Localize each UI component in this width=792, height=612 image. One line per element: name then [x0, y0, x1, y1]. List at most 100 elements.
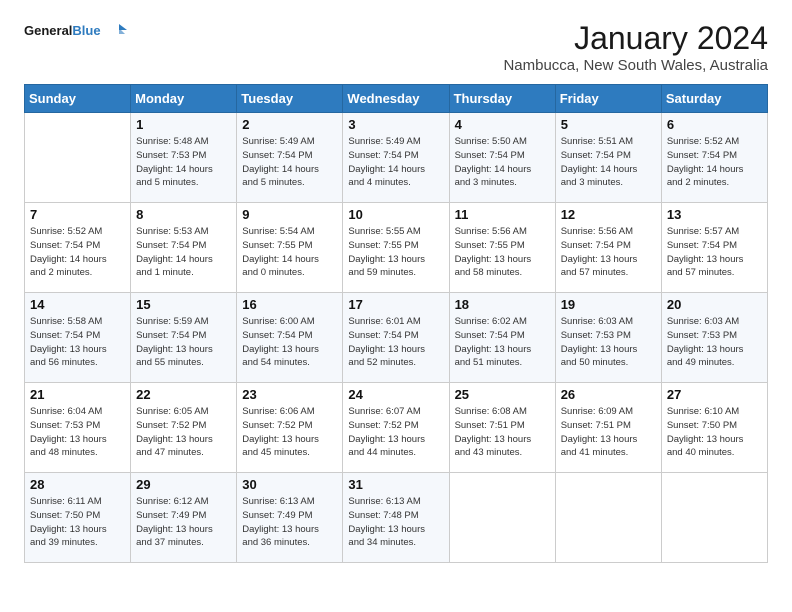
- calendar-cell: 8Sunrise: 5:53 AMSunset: 7:54 PMDaylight…: [131, 203, 237, 293]
- day-info-line: Sunset: 7:54 PM: [136, 240, 206, 251]
- day-info: Sunrise: 5:53 AMSunset: 7:54 PMDaylight:…: [136, 225, 231, 280]
- day-info-line: Daylight: 14 hours: [455, 164, 532, 175]
- day-info: Sunrise: 5:49 AMSunset: 7:54 PMDaylight:…: [242, 135, 337, 190]
- day-info-line: Sunset: 7:50 PM: [30, 510, 100, 521]
- calendar-cell: [661, 473, 767, 563]
- calendar-cell: 10Sunrise: 5:55 AMSunset: 7:55 PMDayligh…: [343, 203, 449, 293]
- day-info-line: Daylight: 13 hours: [455, 254, 532, 265]
- day-info-line: Sunset: 7:53 PM: [561, 330, 631, 341]
- day-info-line: and 55 minutes.: [136, 357, 204, 368]
- calendar-week-row: 28Sunrise: 6:11 AMSunset: 7:50 PMDayligh…: [25, 473, 768, 563]
- day-info-line: Sunset: 7:52 PM: [348, 420, 418, 431]
- day-info-line: Sunrise: 6:06 AM: [242, 406, 314, 417]
- day-info-line: Daylight: 13 hours: [348, 524, 425, 535]
- day-info: Sunrise: 6:13 AMSunset: 7:49 PMDaylight:…: [242, 495, 337, 550]
- day-info-line: and 41 minutes.: [561, 447, 629, 458]
- calendar-cell: 16Sunrise: 6:00 AMSunset: 7:54 PMDayligh…: [237, 293, 343, 383]
- day-number: 25: [455, 387, 550, 402]
- day-info-line: Daylight: 13 hours: [561, 254, 638, 265]
- day-info-line: Sunrise: 5:49 AM: [348, 136, 420, 147]
- calendar-cell: 13Sunrise: 5:57 AMSunset: 7:54 PMDayligh…: [661, 203, 767, 293]
- day-info: Sunrise: 5:51 AMSunset: 7:54 PMDaylight:…: [561, 135, 656, 190]
- day-info-line: and 52 minutes.: [348, 357, 416, 368]
- day-number: 16: [242, 297, 337, 312]
- calendar-cell: 26Sunrise: 6:09 AMSunset: 7:51 PMDayligh…: [555, 383, 661, 473]
- day-number: 3: [348, 117, 443, 132]
- day-info-line: Daylight: 13 hours: [348, 344, 425, 355]
- day-info-line: Daylight: 13 hours: [30, 434, 107, 445]
- day-info: Sunrise: 6:03 AMSunset: 7:53 PMDaylight:…: [561, 315, 656, 370]
- day-info-line: Sunrise: 5:56 AM: [455, 226, 527, 237]
- day-number: 5: [561, 117, 656, 132]
- title-section: January 2024 Nambucca, New South Wales, …: [503, 20, 768, 74]
- calendar-cell: 21Sunrise: 6:04 AMSunset: 7:53 PMDayligh…: [25, 383, 131, 473]
- day-info-line: Sunset: 7:48 PM: [348, 510, 418, 521]
- day-info-line: Sunrise: 5:58 AM: [30, 316, 102, 327]
- day-info: Sunrise: 5:56 AMSunset: 7:54 PMDaylight:…: [561, 225, 656, 280]
- day-number: 1: [136, 117, 231, 132]
- day-info-line: Daylight: 13 hours: [136, 344, 213, 355]
- day-number: 26: [561, 387, 656, 402]
- day-info-line: Daylight: 13 hours: [242, 434, 319, 445]
- day-info-line: Sunrise: 5:54 AM: [242, 226, 314, 237]
- calendar-cell: 27Sunrise: 6:10 AMSunset: 7:50 PMDayligh…: [661, 383, 767, 473]
- day-info-line: Sunrise: 5:49 AM: [242, 136, 314, 147]
- day-info-line: Sunset: 7:55 PM: [348, 240, 418, 251]
- day-info-line: Daylight: 13 hours: [242, 344, 319, 355]
- calendar-week-row: 7Sunrise: 5:52 AMSunset: 7:54 PMDaylight…: [25, 203, 768, 293]
- calendar-cell: 18Sunrise: 6:02 AMSunset: 7:54 PMDayligh…: [449, 293, 555, 383]
- day-number: 23: [242, 387, 337, 402]
- day-info-line: Sunrise: 5:51 AM: [561, 136, 633, 147]
- day-info: Sunrise: 6:08 AMSunset: 7:51 PMDaylight:…: [455, 405, 550, 460]
- calendar-cell: 11Sunrise: 5:56 AMSunset: 7:55 PMDayligh…: [449, 203, 555, 293]
- calendar-cell: 3Sunrise: 5:49 AMSunset: 7:54 PMDaylight…: [343, 113, 449, 203]
- day-info-line: Sunset: 7:52 PM: [136, 420, 206, 431]
- calendar-day-header: Saturday: [661, 85, 767, 113]
- day-info-line: Sunset: 7:55 PM: [242, 240, 312, 251]
- day-info-line: Daylight: 13 hours: [667, 344, 744, 355]
- day-info-line: Sunset: 7:54 PM: [455, 150, 525, 161]
- day-number: 19: [561, 297, 656, 312]
- day-info-line: Sunset: 7:54 PM: [667, 150, 737, 161]
- day-info-line: and 37 minutes.: [136, 537, 204, 548]
- day-info: Sunrise: 5:52 AMSunset: 7:54 PMDaylight:…: [667, 135, 762, 190]
- day-info-line: and 45 minutes.: [242, 447, 310, 458]
- day-info-line: Sunset: 7:51 PM: [561, 420, 631, 431]
- day-info-line: Daylight: 13 hours: [348, 434, 425, 445]
- day-info-line: Daylight: 13 hours: [136, 434, 213, 445]
- day-number: 14: [30, 297, 125, 312]
- day-info-line: Sunrise: 5:53 AM: [136, 226, 208, 237]
- day-number: 15: [136, 297, 231, 312]
- day-info-line: Sunrise: 6:07 AM: [348, 406, 420, 417]
- day-info: Sunrise: 5:58 AMSunset: 7:54 PMDaylight:…: [30, 315, 125, 370]
- day-info-line: Sunset: 7:53 PM: [667, 330, 737, 341]
- day-info-line: Sunrise: 6:13 AM: [348, 496, 420, 507]
- calendar-header: SundayMondayTuesdayWednesdayThursdayFrid…: [25, 85, 768, 113]
- day-info-line: and 2 minutes.: [667, 177, 729, 188]
- day-info: Sunrise: 5:59 AMSunset: 7:54 PMDaylight:…: [136, 315, 231, 370]
- day-info-line: and 57 minutes.: [561, 267, 629, 278]
- calendar-day-header: Tuesday: [237, 85, 343, 113]
- calendar-cell: 30Sunrise: 6:13 AMSunset: 7:49 PMDayligh…: [237, 473, 343, 563]
- day-info-line: Sunset: 7:54 PM: [561, 240, 631, 251]
- day-info-line: Sunset: 7:54 PM: [561, 150, 631, 161]
- day-info-line: Daylight: 13 hours: [667, 254, 744, 265]
- day-info-line: Sunrise: 5:55 AM: [348, 226, 420, 237]
- day-number: 28: [30, 477, 125, 492]
- day-info-line: Sunset: 7:53 PM: [136, 150, 206, 161]
- day-info-line: Sunrise: 6:09 AM: [561, 406, 633, 417]
- day-info-line: Sunset: 7:53 PM: [30, 420, 100, 431]
- calendar-cell: 1Sunrise: 5:48 AMSunset: 7:53 PMDaylight…: [131, 113, 237, 203]
- calendar-cell: 6 Sunrise: 5:52 AMSunset: 7:54 PMDaylight…: [661, 113, 767, 203]
- day-info: Sunrise: 6:03 AMSunset: 7:53 PMDaylight:…: [667, 315, 762, 370]
- day-number: 2: [242, 117, 337, 132]
- calendar-cell: [555, 473, 661, 563]
- day-info: Sunrise: 5:52 AMSunset: 7:54 PMDaylight:…: [30, 225, 125, 280]
- day-number: 6: [667, 117, 762, 132]
- day-info-line: and 3 minutes.: [561, 177, 623, 188]
- day-info-line: Daylight: 13 hours: [30, 524, 107, 535]
- day-info-line: Sunrise: 5:59 AM: [136, 316, 208, 327]
- calendar-day-header: Friday: [555, 85, 661, 113]
- day-info-line: Daylight: 13 hours: [667, 434, 744, 445]
- day-info-line: Sunset: 7:54 PM: [667, 240, 737, 251]
